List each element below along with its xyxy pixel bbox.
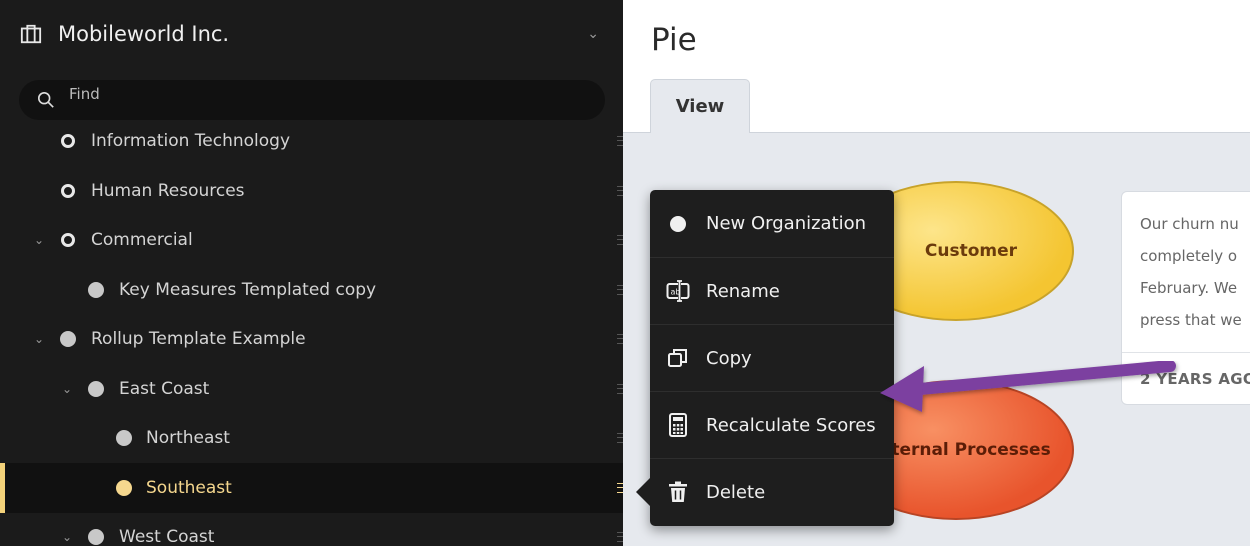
comment-line: press that we (1140, 311, 1242, 329)
chevron-down-icon[interactable]: ⌄ (587, 26, 599, 42)
tree-item-rollup-template[interactable]: ⌄ Rollup Template Example (0, 314, 623, 364)
menu-item-delete[interactable]: Delete (650, 458, 894, 525)
open-circle-icon (61, 184, 75, 198)
tree-item-label: Key Measures Templated copy (119, 280, 377, 300)
tree-item-human-resources[interactable]: Human Resources (0, 166, 623, 216)
trash-icon (666, 480, 690, 504)
menu-item-copy[interactable]: Copy (650, 324, 894, 391)
filled-circle-icon (88, 529, 104, 545)
tree-item-key-measures[interactable]: Key Measures Templated copy (0, 265, 623, 315)
tree-item-northeast[interactable]: Northeast (0, 413, 623, 463)
filled-circle-icon (88, 381, 104, 397)
menu-item-rename[interactable]: ab Rename (650, 257, 894, 324)
menu-item-label: Recalculate Scores (706, 414, 876, 436)
chevron-down-icon[interactable]: ⌄ (62, 530, 72, 544)
search-box[interactable] (19, 80, 605, 120)
open-circle-icon (61, 233, 75, 247)
filled-circle-icon (116, 430, 132, 446)
tree-item-label: Northeast (146, 428, 230, 448)
divider (1122, 352, 1250, 353)
tree-item-label: Southeast (146, 478, 232, 498)
menu-item-new-organization[interactable]: New Organization (650, 190, 894, 257)
tree-item-label: West Coast (119, 527, 215, 546)
comment-text: Our churn nu completely o February. We p… (1122, 192, 1250, 336)
page-title: Pie (651, 22, 697, 58)
filled-circle-icon (60, 331, 76, 347)
comment-card[interactable]: Our churn nu completely o February. We p… (1121, 191, 1250, 405)
tree-item-southeast[interactable]: Southeast (0, 463, 625, 513)
svg-text:ab: ab (671, 288, 681, 297)
bubble-label: Customer (924, 241, 1018, 261)
context-menu: New Organization ab Rename Copy Recalcul… (636, 190, 894, 526)
tree-item-commercial[interactable]: ⌄ Commercial (0, 215, 623, 265)
rename-icon: ab (666, 279, 690, 303)
menu-item-label: Rename (706, 280, 780, 302)
selection-indicator (0, 463, 5, 513)
comment-line: February. We (1140, 279, 1238, 297)
org-switcher[interactable]: Mobileworld Inc. ⌄ (0, 0, 623, 68)
tab-view[interactable]: View (650, 79, 750, 133)
menu-item-label: Delete (706, 481, 766, 503)
org-name: Mobileworld Inc. (58, 22, 230, 46)
search-input[interactable] (69, 85, 569, 103)
tree-item-label: Information Technology (91, 131, 291, 151)
menu-item-label: Copy (706, 347, 752, 369)
copy-icon (666, 346, 690, 370)
filled-circle-icon (88, 282, 104, 298)
chevron-down-icon[interactable]: ⌄ (62, 382, 72, 396)
comment-line: Our churn nu (1140, 215, 1239, 233)
tree-item-label: Human Resources (91, 181, 245, 201)
menu-item-label: New Organization (706, 213, 867, 234)
open-circle-icon (61, 134, 75, 148)
tree-item-west-coast[interactable]: ⌄ West Coast (0, 512, 623, 546)
tree-item-information-technology[interactable]: Information Technology (0, 116, 623, 166)
comment-line: completely o (1140, 247, 1238, 265)
tree-item-label: Commercial (91, 230, 193, 250)
sidebar: Mobileworld Inc. ⌄ Information Technolog… (0, 0, 625, 546)
tree-item-east-coast[interactable]: ⌄ East Coast (0, 364, 623, 414)
tree-item-label: Rollup Template Example (91, 329, 306, 349)
tree-item-label: East Coast (119, 379, 210, 399)
briefcase-icon (20, 24, 42, 44)
calculator-icon (666, 413, 690, 437)
comment-timestamp: 2 YEARS AGO (1140, 370, 1250, 388)
menu-item-recalculate-scores[interactable]: Recalculate Scores (650, 391, 894, 458)
chevron-down-icon[interactable]: ⌄ (34, 233, 44, 247)
bubble-label: ternal Processes (891, 440, 1051, 460)
chevron-down-icon[interactable]: ⌄ (34, 332, 44, 346)
search-icon (37, 91, 54, 108)
filled-circle-icon (116, 480, 132, 496)
dot-icon (666, 212, 690, 236)
